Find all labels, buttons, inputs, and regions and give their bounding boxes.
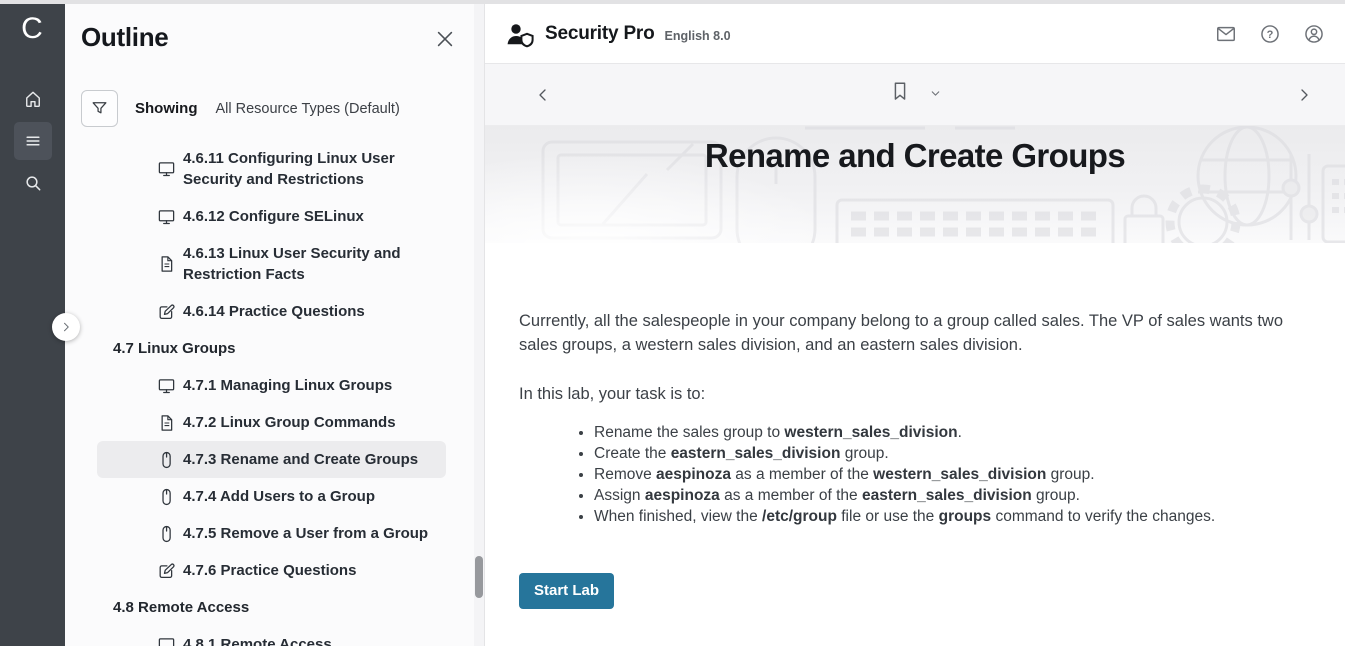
outline-item-label: 4.6.12 Configure SELinux — [183, 206, 364, 227]
main-content: Security Pro English 8.0 — [485, 0, 1345, 646]
search-icon — [23, 173, 43, 193]
task-list: Rename the sales group to western_sales_… — [519, 422, 1299, 527]
lab-sim-icon — [157, 524, 176, 543]
task-item: Remove aespinoza as a member of the west… — [594, 464, 1299, 485]
outline-panel: Outline Showing All Resource Types (Defa… — [65, 0, 485, 646]
outline-item-label: 4.8 Remote Access — [113, 597, 249, 618]
mail-button[interactable] — [1213, 21, 1239, 47]
bookmark-button[interactable] — [889, 80, 911, 102]
video-lesson-icon — [157, 635, 176, 646]
outline-section-header: 4.7 Linux Groups — [97, 330, 446, 367]
filter-button[interactable] — [81, 90, 118, 127]
lab-sim-icon — [157, 450, 176, 469]
outline-item-label: 4.7.6 Practice Questions — [183, 560, 356, 581]
fact-sheet-icon — [157, 255, 176, 274]
previous-lesson-button[interactable] — [535, 87, 551, 103]
fact-sheet-icon — [157, 413, 176, 432]
lesson-body: Currently, all the salespeople in your c… — [485, 243, 1345, 646]
task-intro-paragraph: In this lab, your task is to: — [519, 383, 1299, 407]
outline-item-label: 4.6.14 Practice Questions — [183, 301, 365, 322]
outline-scrollbar-thumb[interactable] — [475, 556, 483, 598]
outline-list: 4.6.11 Configuring Linux User Security a… — [65, 140, 474, 646]
home-icon — [23, 89, 43, 109]
outline-item-label: 4.6.11 Configuring Linux User Security a… — [183, 148, 435, 190]
outline-item[interactable]: 4.7.4 Add Users to a Group — [97, 478, 446, 515]
chevron-left-icon — [535, 87, 551, 103]
start-lab-button[interactable]: Start Lab — [519, 573, 614, 609]
resource-filter-row: Showing All Resource Types (Default) — [81, 90, 400, 127]
lab-sim-icon — [157, 487, 176, 506]
bookmark-group — [889, 80, 942, 102]
rail-item-search[interactable] — [14, 164, 52, 202]
chevron-right-icon — [60, 321, 72, 333]
app-logo: C — [0, 12, 65, 46]
outline-item[interactable]: 4.6.13 Linux User Security and Restricti… — [97, 235, 446, 293]
chevron-down-icon — [929, 87, 942, 100]
filter-value[interactable]: All Resource Types (Default) — [216, 101, 400, 117]
outline-item[interactable]: 4.8.1 Remote Access — [97, 626, 446, 646]
outline-item-label: 4.7.2 Linux Group Commands — [183, 412, 396, 433]
profile-button[interactable] — [1301, 21, 1327, 47]
close-outline-button[interactable] — [434, 28, 458, 52]
help-icon — [1259, 23, 1281, 45]
video-lesson-icon — [157, 376, 176, 395]
outline-item-label: 4.7.1 Managing Linux Groups — [183, 375, 392, 396]
funnel-icon — [90, 99, 109, 118]
outline-header: Outline — [65, 0, 484, 70]
outline-section-header: 4.8 Remote Access — [97, 589, 446, 626]
profile-icon — [1303, 23, 1325, 45]
video-lesson-icon — [157, 160, 176, 179]
mail-icon — [1215, 23, 1237, 45]
window-top-strip — [0, 0, 1345, 4]
outline-item-label: 4.7.3 Rename and Create Groups — [183, 449, 418, 470]
product-edition: English 8.0 — [665, 29, 731, 43]
outline-title: Outline — [81, 22, 168, 53]
task-item: Assign aespinoza as a member of the east… — [594, 485, 1299, 506]
lesson-title: Rename and Create Groups — [485, 137, 1345, 175]
scenario-paragraph: Currently, all the salespeople in your c… — [519, 310, 1299, 357]
video-lesson-icon — [157, 207, 176, 226]
outline-item[interactable]: 4.7.6 Practice Questions — [97, 552, 446, 589]
rail-item-outline[interactable] — [14, 122, 52, 160]
outline-scrollbar-track[interactable] — [474, 0, 484, 646]
bookmark-menu-button[interactable] — [929, 87, 942, 100]
course-header: Security Pro English 8.0 — [485, 4, 1345, 64]
outline-item-label: 4.7.5 Remove a User from a Group — [183, 523, 428, 544]
lesson-hero-banner: Rename and Create Groups — [485, 126, 1345, 243]
task-item: Create the eastern_sales_division group. — [594, 443, 1299, 464]
security-pro-logo-icon — [505, 22, 535, 48]
filter-showing-label: Showing — [135, 100, 198, 117]
task-item: When finished, view the /etc/group file … — [594, 506, 1299, 527]
rail-item-home[interactable] — [14, 80, 52, 118]
outline-item[interactable]: 4.7.2 Linux Group Commands — [97, 404, 446, 441]
chevron-right-icon — [1296, 87, 1312, 103]
header-actions — [1213, 21, 1327, 47]
outline-item-label: 4.8.1 Remote Access — [183, 634, 332, 646]
task-item: Rename the sales group to western_sales_… — [594, 422, 1299, 443]
menu-icon — [23, 131, 43, 151]
panel-collapse-button[interactable] — [52, 313, 80, 341]
outline-item[interactable]: 4.7.5 Remove a User from a Group — [97, 515, 446, 552]
lesson-toolbar — [485, 64, 1345, 126]
outline-item[interactable]: 4.7.1 Managing Linux Groups — [97, 367, 446, 404]
bookmark-icon — [889, 80, 911, 102]
close-icon — [434, 28, 456, 50]
practice-questions-icon — [157, 302, 176, 321]
product-name: Security Pro — [545, 23, 655, 45]
outline-item[interactable]: 4.6.14 Practice Questions — [97, 293, 446, 330]
next-lesson-button[interactable] — [1296, 87, 1312, 103]
practice-questions-icon — [157, 561, 176, 580]
help-button[interactable] — [1257, 21, 1283, 47]
outline-item-label: 4.7.4 Add Users to a Group — [183, 486, 375, 507]
outline-item[interactable]: 4.6.12 Configure SELinux — [97, 198, 446, 235]
outline-item-label: 4.7 Linux Groups — [113, 338, 236, 359]
outline-item[interactable]: 4.6.11 Configuring Linux User Security a… — [97, 140, 446, 198]
outline-item-label: 4.6.13 Linux User Security and Restricti… — [183, 243, 435, 285]
outline-item[interactable]: 4.7.3 Rename and Create Groups — [97, 441, 446, 478]
